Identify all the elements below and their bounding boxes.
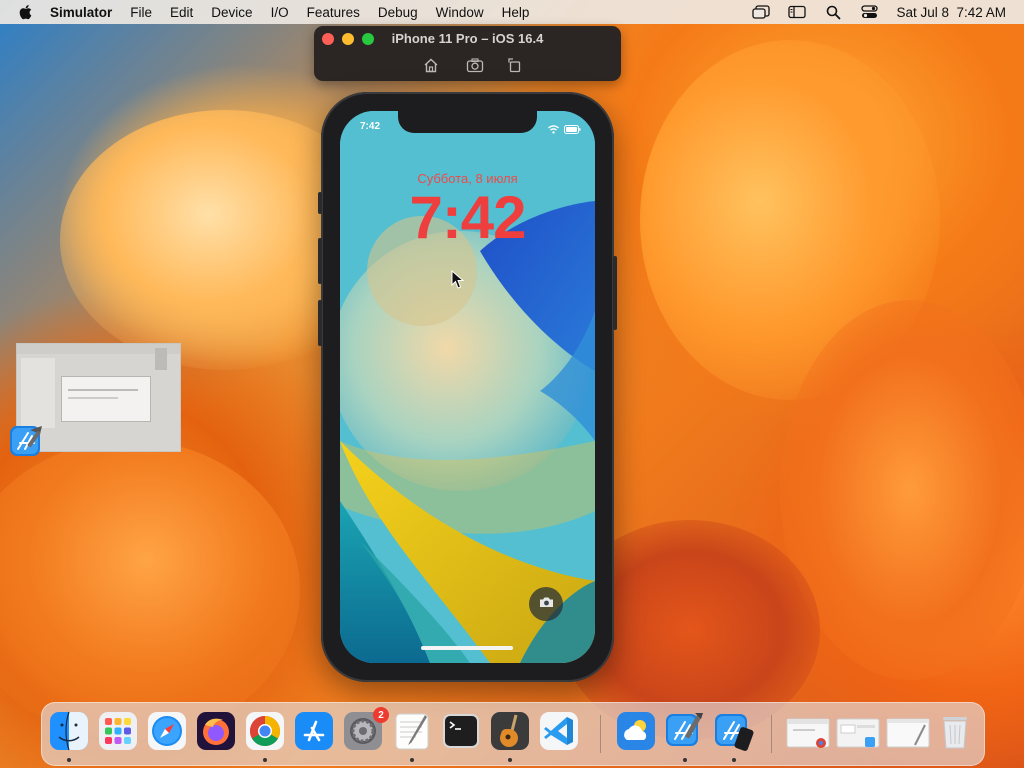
menu-file[interactable]: File bbox=[130, 5, 152, 20]
app-store-icon[interactable] bbox=[294, 711, 334, 751]
camera-shortcut-button[interactable] bbox=[529, 587, 563, 621]
wifi-icon bbox=[548, 121, 559, 139]
dock: 2 bbox=[41, 702, 985, 766]
menu-features[interactable]: Features bbox=[307, 5, 360, 20]
thumbnail-dialog-line bbox=[68, 389, 138, 391]
menu-clock[interactable]: Sat Jul 8 7:42 AM bbox=[896, 5, 1006, 20]
thumbnail-dialog bbox=[61, 376, 151, 422]
launchpad-icon[interactable] bbox=[98, 711, 138, 751]
menu-help[interactable]: Help bbox=[502, 5, 530, 20]
dock-divider bbox=[600, 715, 601, 753]
simulator-running-indicator bbox=[732, 758, 736, 762]
simulator-toolbar: iPhone 11 Pro – iOS 16.4 bbox=[314, 26, 621, 81]
minimized-xcode-window-icon[interactable] bbox=[835, 711, 881, 751]
menu-app-name[interactable]: Simulator bbox=[50, 5, 112, 20]
apple-menu-icon[interactable] bbox=[18, 4, 32, 20]
garageband-running-indicator bbox=[508, 758, 512, 762]
mouse-cursor bbox=[451, 269, 465, 290]
chrome-running-indicator bbox=[263, 758, 267, 762]
dock-divider bbox=[771, 715, 772, 753]
finder-icon[interactable] bbox=[49, 711, 89, 751]
chrome-icon[interactable] bbox=[245, 711, 285, 751]
trash-icon[interactable] bbox=[935, 711, 975, 751]
screenshot-icon[interactable] bbox=[465, 56, 485, 74]
xcode-icon[interactable] bbox=[8, 422, 46, 460]
volume-up-button bbox=[318, 238, 322, 284]
home-icon[interactable] bbox=[421, 56, 441, 74]
volume-down-button bbox=[318, 300, 322, 346]
menu-bar: Simulator File Edit Device I/O Features … bbox=[0, 0, 1024, 24]
camera-icon bbox=[539, 595, 554, 613]
side-power-button bbox=[613, 256, 617, 330]
status-bar-time: 7:42 bbox=[360, 121, 381, 132]
minimized-chrome-window-icon[interactable] bbox=[785, 711, 831, 751]
simulator-window-title: iPhone 11 Pro – iOS 16.4 bbox=[391, 31, 544, 46]
menu-debug[interactable]: Debug bbox=[378, 5, 418, 20]
sidebar-icon[interactable] bbox=[788, 5, 807, 19]
silent-switch bbox=[318, 192, 322, 214]
rotate-icon[interactable] bbox=[505, 56, 525, 74]
textedit-icon[interactable] bbox=[392, 711, 432, 751]
home-indicator[interactable] bbox=[421, 646, 513, 650]
safari-icon[interactable] bbox=[147, 711, 187, 751]
battery-icon bbox=[564, 121, 581, 139]
simulator-icon[interactable] bbox=[714, 711, 754, 751]
garageband-icon[interactable] bbox=[490, 711, 530, 751]
status-bar-icons bbox=[548, 121, 581, 139]
iphone-device-frame: 7:42 Суббота, 8 июля 7:42 bbox=[318, 92, 617, 682]
minimized-textedit-window-icon[interactable] bbox=[885, 711, 931, 751]
control-center-icon[interactable] bbox=[860, 5, 878, 19]
stage-manager-icon[interactable] bbox=[752, 5, 771, 19]
system-settings-icon[interactable]: 2 bbox=[343, 707, 389, 751]
menu-edit[interactable]: Edit bbox=[170, 5, 193, 20]
thumbnail-dialog-line bbox=[68, 397, 118, 399]
spotlight-search-icon[interactable] bbox=[824, 5, 842, 19]
thumbnail-scrollbar bbox=[155, 348, 167, 370]
menu-window[interactable]: Window bbox=[436, 5, 484, 20]
xcode-running-indicator bbox=[683, 758, 687, 762]
finder-running-indicator bbox=[67, 758, 71, 762]
menu-io[interactable]: I/O bbox=[271, 5, 289, 20]
weather-icon[interactable] bbox=[616, 711, 656, 751]
firefox-icon[interactable] bbox=[196, 711, 236, 751]
vscode-icon[interactable] bbox=[539, 711, 579, 751]
menu-device[interactable]: Device bbox=[211, 5, 252, 20]
textedit-running-indicator bbox=[410, 758, 414, 762]
terminal-icon[interactable] bbox=[441, 711, 481, 751]
notification-badge: 2 bbox=[373, 707, 389, 723]
xcode-icon[interactable] bbox=[665, 711, 705, 751]
lock-screen[interactable]: 7:42 Суббота, 8 июля 7:42 bbox=[340, 111, 595, 663]
thumbnail-sidebar bbox=[21, 358, 55, 428]
lock-screen-time: 7:42 bbox=[409, 184, 526, 251]
device-notch bbox=[398, 111, 537, 133]
